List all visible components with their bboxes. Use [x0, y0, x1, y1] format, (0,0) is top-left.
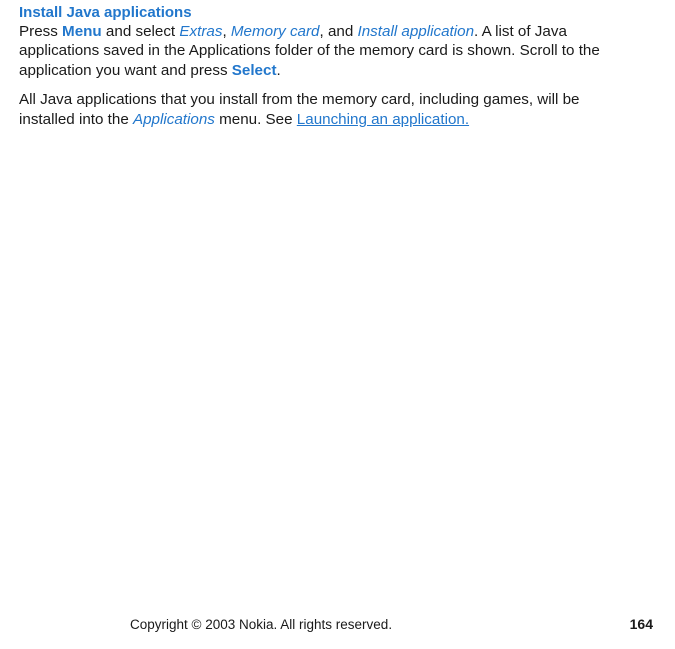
- menu-item-memory-card: Memory card: [231, 23, 320, 40]
- copyright-text: Copyright © 2003 Nokia. All rights reser…: [130, 617, 392, 632]
- text: Press: [19, 23, 62, 40]
- text: .: [277, 62, 281, 79]
- link-launching-application[interactable]: Launching an application.: [297, 111, 469, 128]
- text: and select: [102, 23, 180, 40]
- text: ,: [222, 23, 230, 40]
- page-number: 164: [630, 616, 653, 632]
- text: , and: [320, 23, 358, 40]
- section-heading: Install Java applications: [19, 4, 635, 21]
- menu-item-install-application: Install application: [358, 23, 475, 40]
- paragraph-1: Press Menu and select Extras, Memory car…: [19, 22, 635, 80]
- page-footer: Copyright © 2003 Nokia. All rights reser…: [0, 616, 675, 632]
- menu-item-extras: Extras: [179, 23, 222, 40]
- ui-key-menu: Menu: [62, 23, 102, 40]
- paragraph-2: All Java applications that you install f…: [19, 90, 635, 129]
- text: menu. See: [215, 111, 297, 128]
- menu-item-applications: Applications: [133, 111, 215, 128]
- ui-key-select: Select: [232, 62, 277, 79]
